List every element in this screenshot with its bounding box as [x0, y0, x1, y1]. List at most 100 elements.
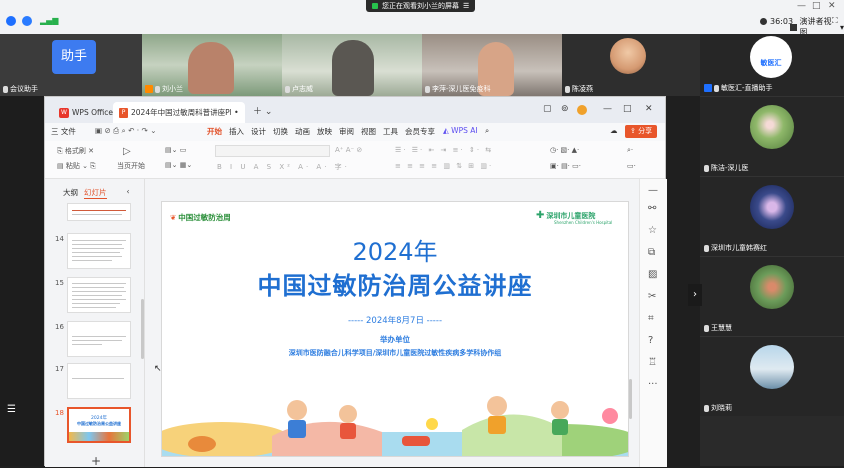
- slide-editing-area: ❦ 中国过敏防治周 ✚ 深圳市儿童医院 Shenzhen Children's …: [145, 179, 639, 467]
- slide-date: ----- 2024年8月7日 -----: [347, 316, 443, 326]
- font-family-select[interactable]: [215, 145, 330, 157]
- slide-thumbnail-14[interactable]: [67, 233, 131, 269]
- text-format-icons[interactable]: B I U A S X² A· A· 字·: [217, 162, 350, 172]
- maximize-icon[interactable]: □: [812, 1, 821, 11]
- participant-figure: [332, 40, 374, 96]
- tab-wps-office[interactable]: W WPS Office: [53, 102, 119, 123]
- adjust-icon[interactable]: ⚯: [648, 203, 656, 214]
- thumbnail-tabs: 大纲 幻灯片 ‹: [63, 187, 130, 199]
- paste-button[interactable]: ▤ 粘贴 ⌄ ⎘: [57, 161, 96, 171]
- format-painter-icon: ⎘: [57, 147, 63, 155]
- video-tile-li[interactable]: 李萍-深儿医免疫科: [422, 34, 562, 96]
- mic-icon: [704, 244, 709, 252]
- menu-transition[interactable]: 切换: [273, 126, 288, 137]
- participant-tile[interactable]: 深圳市儿童韩赛红: [700, 176, 844, 256]
- help-icon[interactable]: ?: [648, 335, 653, 346]
- minimize-icon[interactable]: —: [797, 1, 806, 11]
- font-size-controls[interactable]: A⁺ A⁻ ⊘: [335, 146, 362, 154]
- menu-slideshow[interactable]: 放映: [317, 126, 332, 137]
- slide-thumbnail-18[interactable]: 2024年 中国过敏防治周公益讲座: [67, 407, 131, 443]
- video-tile-lu[interactable]: 卢志威: [282, 34, 422, 96]
- chevron-down-icon: ▾: [839, 22, 844, 32]
- participant-tile-host[interactable]: 敏医汇 敏医汇-直播助手: [700, 34, 844, 96]
- video-tile-liu[interactable]: 刘小兰: [142, 34, 282, 96]
- tab-outline[interactable]: 大纲: [63, 187, 78, 199]
- wps-ai-button[interactable]: ◭ WPS AI: [443, 126, 478, 135]
- menu-insert[interactable]: 插入: [229, 126, 244, 137]
- more-icon[interactable]: ···: [648, 379, 658, 390]
- menu-tools[interactable]: 工具: [383, 126, 398, 137]
- close-icon[interactable]: ✕: [645, 104, 653, 114]
- format-painter-button[interactable]: ⎘ 格式刷 ✕: [57, 146, 94, 156]
- menu-view[interactable]: 视图: [361, 126, 376, 137]
- new-tab-icon[interactable]: ＋ ⌄: [253, 104, 272, 117]
- section-icons[interactable]: ▤⌄ ▦⌄: [165, 161, 192, 169]
- participant-avatar: [750, 265, 794, 309]
- tab-list-icon[interactable]: ▢: [543, 104, 552, 114]
- video-tile-assistant[interactable]: 助手 会议助手: [0, 34, 142, 96]
- find-icon[interactable]: ⌕·: [627, 146, 633, 155]
- settings-icon[interactable]: ⊚: [561, 104, 569, 114]
- frame-icon[interactable]: ⌗: [648, 313, 654, 324]
- participant-tile[interactable]: 王慧慧: [700, 256, 844, 336]
- slide-thumbnail-15[interactable]: [67, 277, 131, 313]
- maximize-icon[interactable]: □: [623, 104, 632, 114]
- star-icon[interactable]: ☆: [648, 225, 657, 236]
- current-slide[interactable]: ❦ 中国过敏防治周 ✚ 深圳市儿童医院 Shenzhen Children's …: [161, 201, 629, 457]
- tools-icon[interactable]: ✂: [648, 291, 656, 302]
- slide-thumbnail-13[interactable]: [67, 203, 131, 221]
- menu-review[interactable]: 审阅: [339, 126, 354, 137]
- collapse-panel-icon[interactable]: ‹: [127, 187, 130, 199]
- menu-icon[interactable]: ☰: [463, 0, 469, 12]
- shirt-icon[interactable]: ♖: [648, 357, 657, 368]
- menu-animation[interactable]: 动画: [295, 126, 310, 137]
- shield-icon[interactable]: [22, 16, 32, 26]
- paragraph-icons[interactable]: ☰· ☰· ⇤ ⇥ ≡· ⇕· ⇆: [395, 146, 493, 154]
- participant-avatar: [610, 38, 646, 74]
- align-icons[interactable]: ≡ ≡ ≡ ≡ ▥ ⇅ ⊞ ▥·: [395, 162, 493, 170]
- arrange-icons[interactable]: ▣· ▤· ▭·: [550, 162, 581, 170]
- minus-icon[interactable]: —: [648, 185, 658, 196]
- quick-access-icons[interactable]: ▣ ⊘ ⎙ ⌕ ↶ · ↷ ⌄: [95, 126, 157, 136]
- search-icon[interactable]: ⌕: [485, 126, 489, 136]
- menu-file[interactable]: 三 文件: [51, 126, 76, 137]
- screen-share-notice[interactable]: 您正在观看刘小兰的屏幕 ☰: [366, 0, 476, 12]
- slide-scrollbar[interactable]: [629, 379, 632, 419]
- left-strip: ☰: [0, 96, 44, 466]
- leaf-icon: ❦: [170, 213, 177, 222]
- video-tile-chen[interactable]: 陈凌燕: [562, 34, 700, 96]
- right-tool-rail: — ⚯ ☆ ⧉ ▨ ✂ ⌗ ? ♖ ···: [639, 179, 667, 467]
- slide-thumbnail-16[interactable]: [67, 321, 131, 357]
- minimize-icon[interactable]: —: [603, 104, 612, 114]
- image-icon[interactable]: ▨: [648, 269, 657, 280]
- slide-thumbnail-17[interactable]: [67, 363, 131, 399]
- thumbnail-scrollbar[interactable]: [141, 299, 144, 359]
- unsaved-dot-icon: •: [234, 108, 239, 117]
- participant-tile[interactable]: 刘晓莉: [700, 336, 844, 416]
- signal-icon: ▂▄▆: [40, 16, 59, 25]
- user-avatar[interactable]: [577, 105, 587, 115]
- share-button[interactable]: ⇪ 分享: [625, 125, 658, 138]
- list-icon[interactable]: ☰: [7, 404, 16, 415]
- from-current-button[interactable]: 当页开始: [117, 161, 145, 171]
- select-icon[interactable]: ▭·: [627, 162, 636, 170]
- participant-tile[interactable]: 陈洁-深儿医: [700, 96, 844, 176]
- slide-title-year: 2024年: [352, 238, 438, 266]
- host-label: 举办单位: [380, 335, 410, 344]
- wps-logo-icon: W: [59, 107, 69, 118]
- copy-icon[interactable]: ⧉: [648, 247, 655, 258]
- slide-number: 18: [55, 409, 64, 417]
- tab-ppt-document[interactable]: P 2024年中国过敏周科普讲座PPT.p •: [113, 102, 245, 123]
- menu-home[interactable]: 开始: [207, 126, 222, 137]
- tab-slides[interactable]: 幻灯片: [84, 187, 107, 199]
- menu-member[interactable]: 会员专享: [405, 126, 435, 137]
- fullscreen-icon[interactable]: ⛶: [832, 16, 838, 26]
- shape-icons[interactable]: ◷· ▧· ▲·: [550, 146, 579, 154]
- expand-panel-button[interactable]: ›: [688, 284, 702, 306]
- menu-design[interactable]: 设计: [251, 126, 266, 137]
- layout-icons[interactable]: ▤⌄ ▭: [165, 146, 186, 154]
- play-icon[interactable]: ▷: [123, 146, 131, 157]
- info-icon[interactable]: [6, 16, 16, 26]
- cloud-icon[interactable]: ☁: [610, 126, 618, 135]
- close-icon[interactable]: ✕: [828, 1, 836, 11]
